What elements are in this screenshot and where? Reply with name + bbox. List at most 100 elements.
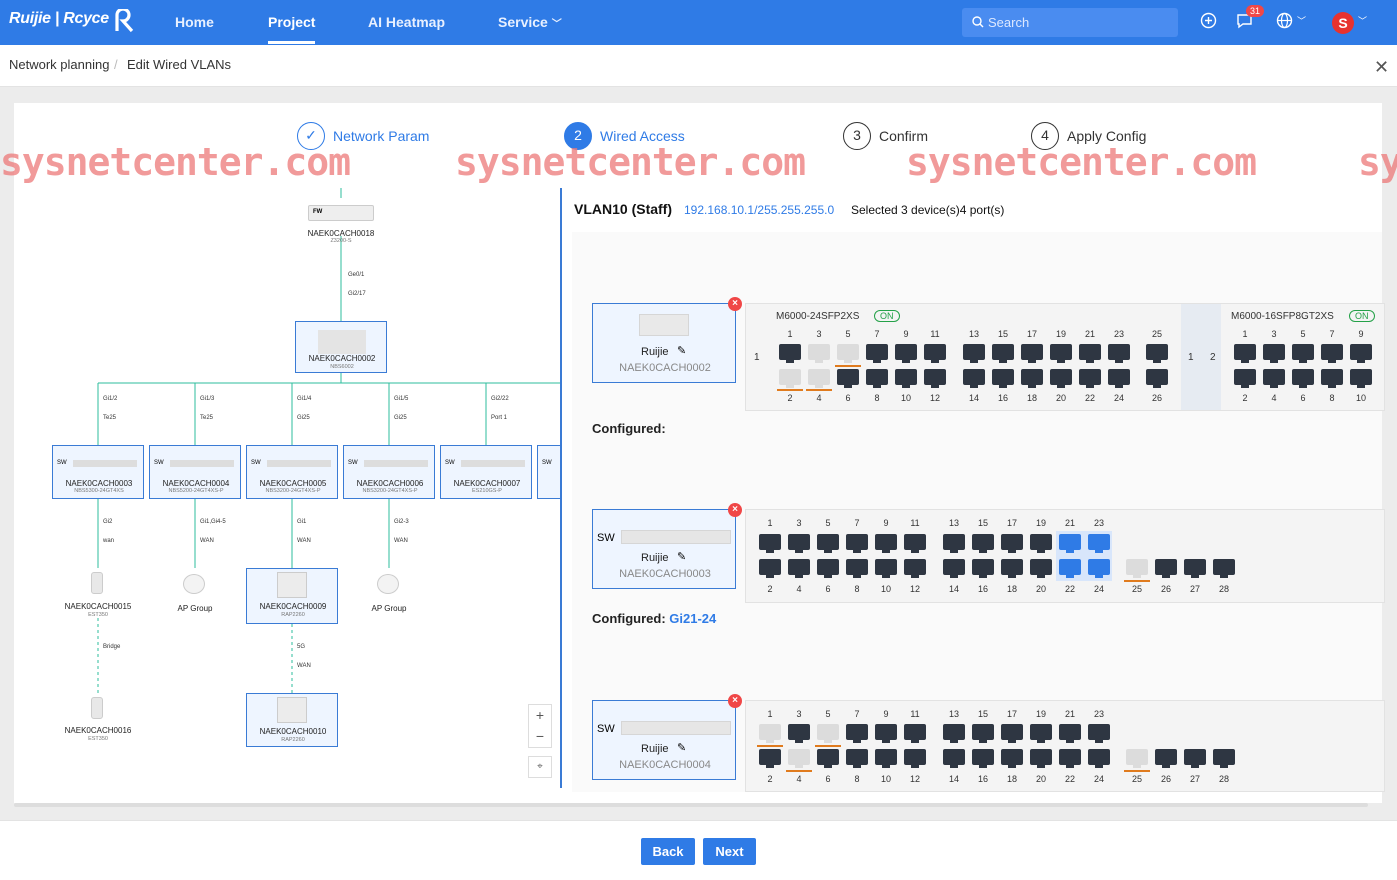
port-2[interactable] [1234, 369, 1256, 388]
edit-icon[interactable]: ✎ [677, 344, 686, 357]
port-18[interactable] [1001, 559, 1023, 578]
port-4[interactable] [808, 369, 830, 388]
port-12[interactable] [924, 369, 946, 388]
port-8[interactable] [1321, 369, 1343, 388]
port-24[interactable] [1108, 369, 1130, 388]
remove-device-icon[interactable]: × [728, 694, 742, 708]
device-card[interactable]: SW Ruijie ✎ NAEK0CACH0003 [592, 509, 736, 589]
ap-group-icon[interactable] [183, 574, 205, 594]
port-8[interactable] [846, 559, 868, 578]
port-16[interactable] [972, 749, 994, 768]
port-26[interactable] [1146, 369, 1168, 388]
port-15[interactable] [992, 344, 1014, 363]
edit-icon[interactable]: ✎ [677, 741, 686, 754]
port-16[interactable] [972, 559, 994, 578]
next-button[interactable]: Next [703, 838, 756, 865]
back-button[interactable]: Back [641, 838, 695, 865]
port-26[interactable] [1155, 559, 1177, 578]
port-13[interactable] [943, 724, 965, 743]
locate-icon[interactable]: ⌖ [528, 756, 552, 778]
port-10[interactable] [1350, 369, 1372, 388]
port-21[interactable] [1059, 724, 1081, 743]
port-5[interactable] [837, 344, 859, 363]
port-9[interactable] [875, 724, 897, 743]
close-icon[interactable]: ✕ [1374, 57, 1389, 78]
port-21[interactable] [1059, 534, 1081, 553]
port-23[interactable] [1108, 344, 1130, 363]
outdoor-ap-icon[interactable] [91, 697, 103, 719]
outdoor-ap-icon[interactable] [91, 572, 103, 594]
nav-service[interactable]: Service ﹀ [498, 14, 562, 30]
port-17[interactable] [1001, 534, 1023, 553]
access-switch-node[interactable]: SW NAEK0CACH0004 NBS5200-24GT4XS-P [149, 445, 241, 499]
nav-project[interactable]: Project [268, 14, 315, 30]
access-switch-node[interactable]: SW NAEK0CACH0007 ES210GS-P [440, 445, 532, 499]
port-5[interactable] [1292, 344, 1314, 363]
port-22[interactable] [1079, 369, 1101, 388]
port-2[interactable] [759, 749, 781, 768]
port-14[interactable] [963, 369, 985, 388]
ap-node[interactable]: NAEK0CACH0010 RAP2260 [246, 693, 338, 747]
device-card[interactable]: Ruijie ✎ NAEK0CACH0002 [592, 303, 736, 383]
access-switch-node[interactable]: SW NAEK0CACH0005 NBS3200-24GT4XS-P [246, 445, 338, 499]
port-underline[interactable] [777, 389, 803, 391]
port-5[interactable] [817, 534, 839, 553]
port-12[interactable] [904, 749, 926, 768]
port-17[interactable] [1021, 344, 1043, 363]
port-12[interactable] [904, 559, 926, 578]
port-19[interactable] [1050, 344, 1072, 363]
port-8[interactable] [846, 749, 868, 768]
port-10[interactable] [895, 369, 917, 388]
port-1[interactable] [759, 534, 781, 553]
port-18[interactable] [1021, 369, 1043, 388]
port-20[interactable] [1030, 559, 1052, 578]
remove-device-icon[interactable]: × [728, 503, 742, 517]
breadcrumb-network-planning[interactable]: Network planning [9, 57, 109, 72]
port-23[interactable] [1088, 534, 1110, 553]
port-2[interactable] [779, 369, 801, 388]
port-underline[interactable] [815, 745, 841, 747]
firewall-device[interactable]: FW [308, 205, 374, 221]
port-14[interactable] [943, 749, 965, 768]
access-switch-node[interactable]: SW [537, 445, 560, 499]
zoom-out-button[interactable]: − [529, 726, 551, 747]
port-7[interactable] [1321, 344, 1343, 363]
ap-group-icon[interactable] [377, 574, 399, 594]
nav-ai-heatmap[interactable]: AI Heatmap [368, 14, 445, 30]
port-25[interactable] [1126, 749, 1148, 768]
port-15[interactable] [972, 724, 994, 743]
port-underline[interactable] [757, 745, 783, 747]
port-6[interactable] [1292, 369, 1314, 388]
port-11[interactable] [904, 724, 926, 743]
port-21[interactable] [1079, 344, 1101, 363]
port-27[interactable] [1184, 559, 1206, 578]
port-22[interactable] [1059, 559, 1081, 578]
port-underline[interactable] [1124, 770, 1150, 772]
port-14[interactable] [943, 559, 965, 578]
port-16[interactable] [992, 369, 1014, 388]
edit-icon[interactable]: ✎ [677, 550, 686, 563]
port-17[interactable] [1001, 724, 1023, 743]
access-switch-node[interactable]: SW NAEK0CACH0003 NBS5300-24GT4XS [52, 445, 144, 499]
port-10[interactable] [875, 559, 897, 578]
port-underline[interactable] [786, 770, 812, 772]
port-28[interactable] [1213, 749, 1235, 768]
port-4[interactable] [788, 749, 810, 768]
nav-home[interactable]: Home [175, 14, 214, 30]
port-underline[interactable] [835, 365, 861, 367]
port-24[interactable] [1088, 749, 1110, 768]
port-25[interactable] [1146, 344, 1168, 363]
ap-node[interactable]: NAEK0CACH0009 RAP2260 [246, 568, 338, 624]
port-9[interactable] [875, 534, 897, 553]
port-1[interactable] [1234, 344, 1256, 363]
port-20[interactable] [1050, 369, 1072, 388]
port-4[interactable] [788, 559, 810, 578]
port-26[interactable] [1155, 749, 1177, 768]
port-underline[interactable] [806, 389, 832, 391]
user-chevron-icon[interactable]: ﹀ [1358, 14, 1367, 27]
port-24[interactable] [1088, 559, 1110, 578]
port-6[interactable] [837, 369, 859, 388]
access-switch-node[interactable]: SW NAEK0CACH0006 NBS3200-24GT4XS-P [343, 445, 435, 499]
port-25[interactable] [1126, 559, 1148, 578]
port-7[interactable] [846, 534, 868, 553]
